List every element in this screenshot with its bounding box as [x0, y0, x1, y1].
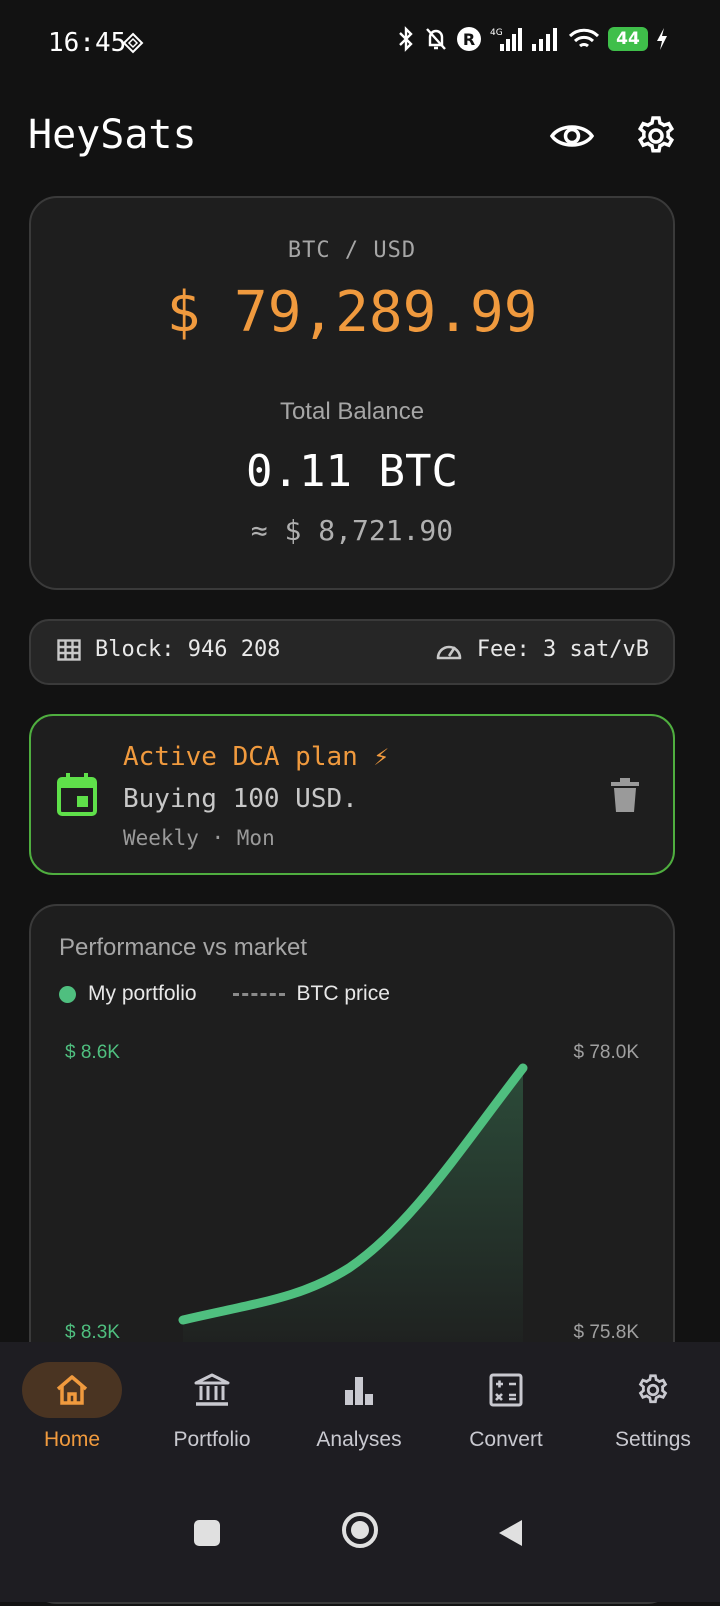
network-info-card: Block: 946 208 Fee: 3 sat/vB: [29, 619, 675, 685]
btc-price: $ 79,289.99: [166, 280, 538, 345]
nav-home-indicator: [22, 1362, 122, 1418]
nav-analyses-icon-wrap: [309, 1362, 409, 1418]
bottom-navigation: Home Portfolio Analyses Convert Settings: [0, 1342, 720, 1602]
signal-4g-icon: 4G: [490, 28, 522, 51]
wifi-icon: [568, 28, 600, 48]
nav-home-label: Home: [43, 1428, 101, 1451]
svg-text:4G: 4G: [490, 28, 503, 38]
nav-portfolio-label: Portfolio: [173, 1428, 251, 1451]
trash-icon[interactable]: [611, 778, 639, 812]
status-icons: R 4G 44: [396, 26, 668, 52]
balance-usd: ≈ $ 8,721.90: [250, 514, 454, 547]
nav-portfolio[interactable]: Portfolio: [140, 1362, 284, 1452]
bank-icon: [194, 1373, 230, 1406]
nav-convert[interactable]: Convert: [434, 1362, 578, 1452]
block-label: Block: 946 208: [95, 637, 281, 662]
dca-frequency: Weekly · Mon: [123, 826, 275, 850]
charging-icon: [657, 28, 667, 50]
nav-convert-label: Convert: [469, 1428, 543, 1451]
balance-btc: 0.11 BTC: [246, 446, 458, 497]
fee-label: Fee: 3 sat/vB: [476, 637, 649, 662]
nav-settings-icon-wrap: [603, 1362, 703, 1418]
nav-analyses-label: Analyses: [316, 1428, 402, 1451]
nav-settings-label: Settings: [615, 1428, 691, 1451]
bar-chart-icon: [345, 1377, 373, 1405]
nav-convert-icon-wrap: [456, 1362, 556, 1418]
eye-icon[interactable]: [548, 112, 596, 160]
bluetooth-icon: [399, 26, 413, 52]
block-height: Block: 946 208: [57, 637, 280, 662]
dca-plan-card[interactable]: Active DCA plan ⚡ Buying 100 USD. Weekly…: [29, 714, 675, 875]
status-bar: 16:45 R 4G 44: [0, 0, 720, 88]
battery-icon: 44: [608, 27, 648, 51]
speedometer-icon: [436, 645, 462, 659]
status-time: 16:45: [48, 28, 127, 58]
calculator-icon: [489, 1373, 523, 1407]
price-card: BTC / USD $ 79,289.99 Total Balance 0.11…: [29, 196, 675, 590]
total-balance-label: Total Balance: [279, 398, 425, 425]
svg-text:R: R: [463, 30, 475, 49]
signal-icon: [532, 28, 557, 51]
recent-apps-button[interactable]: [192, 1518, 222, 1548]
app-title: HeySats: [28, 112, 197, 158]
signal-diamond-icon: [122, 32, 144, 54]
calendar-icon: [57, 773, 97, 816]
roaming-icon: R: [457, 27, 481, 51]
fee-rate: Fee: 3 sat/vB: [435, 637, 649, 662]
home-system-button[interactable]: [340, 1510, 380, 1550]
grid-icon: [57, 638, 81, 661]
currency-pair: BTC / USD: [287, 238, 417, 263]
dca-amount: Buying 100 USD.: [123, 784, 358, 814]
nav-home[interactable]: Home: [0, 1362, 144, 1452]
dca-title: Active DCA plan ⚡: [123, 742, 390, 772]
settings-gear-icon[interactable]: [632, 112, 680, 160]
mute-bell-icon: [426, 28, 446, 50]
nav-analyses[interactable]: Analyses: [287, 1362, 431, 1452]
nav-settings[interactable]: Settings: [581, 1362, 720, 1452]
home-icon: [56, 1375, 88, 1405]
nav-portfolio-icon-wrap: [162, 1362, 262, 1418]
gear-icon: [638, 1374, 668, 1404]
back-button[interactable]: [496, 1518, 526, 1548]
